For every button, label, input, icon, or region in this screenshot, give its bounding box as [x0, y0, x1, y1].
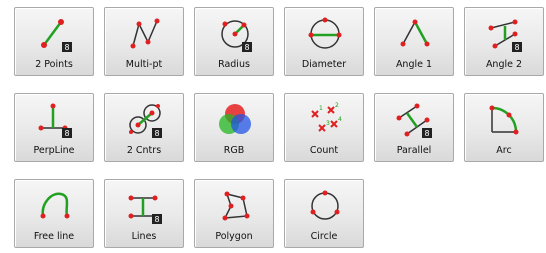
multi-point-button[interactable]: Multi-pt: [104, 7, 184, 76]
circle-button[interactable]: Circle: [284, 179, 364, 248]
tool-label: Arc: [496, 145, 512, 156]
svg-text:4: 4: [338, 116, 342, 123]
tool-label: Circle: [310, 231, 338, 242]
tool-label: Diameter: [301, 59, 347, 70]
svg-text:8: 8: [64, 43, 69, 52]
perpendicular-line-icon: 8: [35, 100, 75, 140]
tool-label: Lines: [131, 231, 157, 242]
angle-two-button[interactable]: 8 Angle 2: [464, 7, 544, 76]
lines-icon: 8: [125, 186, 165, 226]
tool-label: PerpLine: [33, 145, 75, 156]
parallel-icon: 8: [395, 100, 435, 140]
svg-text:1: 1: [319, 105, 323, 112]
tool-label: Angle 1: [395, 59, 433, 70]
tool-label: Multi-pt: [125, 59, 163, 70]
tool-label: Polygon: [215, 231, 253, 242]
two-points-icon: 8: [35, 14, 75, 54]
free-line-icon: [35, 186, 75, 226]
arc-icon: [485, 100, 525, 140]
angle-one-icon: [395, 14, 435, 54]
tool-label: 2 Points: [35, 59, 73, 70]
tool-label: Angle 2: [485, 59, 523, 70]
perpendicular-line-button[interactable]: 8 PerpLine: [14, 93, 94, 162]
tool-label: Count: [309, 145, 339, 156]
svg-text:8: 8: [244, 43, 249, 52]
radius-icon: 8: [215, 14, 255, 54]
multi-point-icon: [125, 14, 165, 54]
svg-text:8: 8: [154, 215, 159, 224]
free-line-button[interactable]: Free line: [14, 179, 94, 248]
tool-label: 2 Cntrs: [126, 145, 162, 156]
polygon-button[interactable]: Polygon: [194, 179, 274, 248]
svg-text:8: 8: [514, 43, 519, 52]
diameter-icon: [305, 14, 345, 54]
svg-text:3: 3: [326, 120, 330, 127]
diameter-button[interactable]: Diameter: [284, 7, 364, 76]
svg-text:8: 8: [64, 129, 69, 138]
svg-text:2: 2: [335, 102, 339, 109]
lines-button[interactable]: 8 Lines: [104, 179, 184, 248]
tool-label: Parallel: [396, 145, 432, 156]
count-button[interactable]: 1 2 3 4 Count: [284, 93, 364, 162]
count-icon: 1 2 3 4: [305, 100, 345, 140]
two-points-button[interactable]: 8 2 Points: [14, 7, 94, 76]
svg-text:8: 8: [154, 129, 159, 138]
angle-two-icon: 8: [485, 14, 525, 54]
svg-text:8: 8: [424, 129, 429, 138]
rgb-button[interactable]: RGB: [194, 93, 274, 162]
circle-icon: [305, 186, 345, 226]
tool-label: Radius: [218, 59, 250, 70]
polygon-icon: [215, 186, 255, 226]
rgb-icon: [215, 100, 255, 140]
two-centers-icon: 8: [125, 100, 165, 140]
two-centers-button[interactable]: 8 2 Cntrs: [104, 93, 184, 162]
radius-button[interactable]: 8 Radius: [194, 7, 274, 76]
parallel-button[interactable]: 8 Parallel: [374, 93, 454, 162]
arc-button[interactable]: Arc: [464, 93, 544, 162]
measurement-tool-palette: 8 2 Points Multi-pt 8 Radius Diameter An…: [0, 0, 546, 253]
tool-label: Free line: [33, 231, 75, 242]
tool-label: RGB: [223, 145, 245, 156]
angle-one-button[interactable]: Angle 1: [374, 7, 454, 76]
